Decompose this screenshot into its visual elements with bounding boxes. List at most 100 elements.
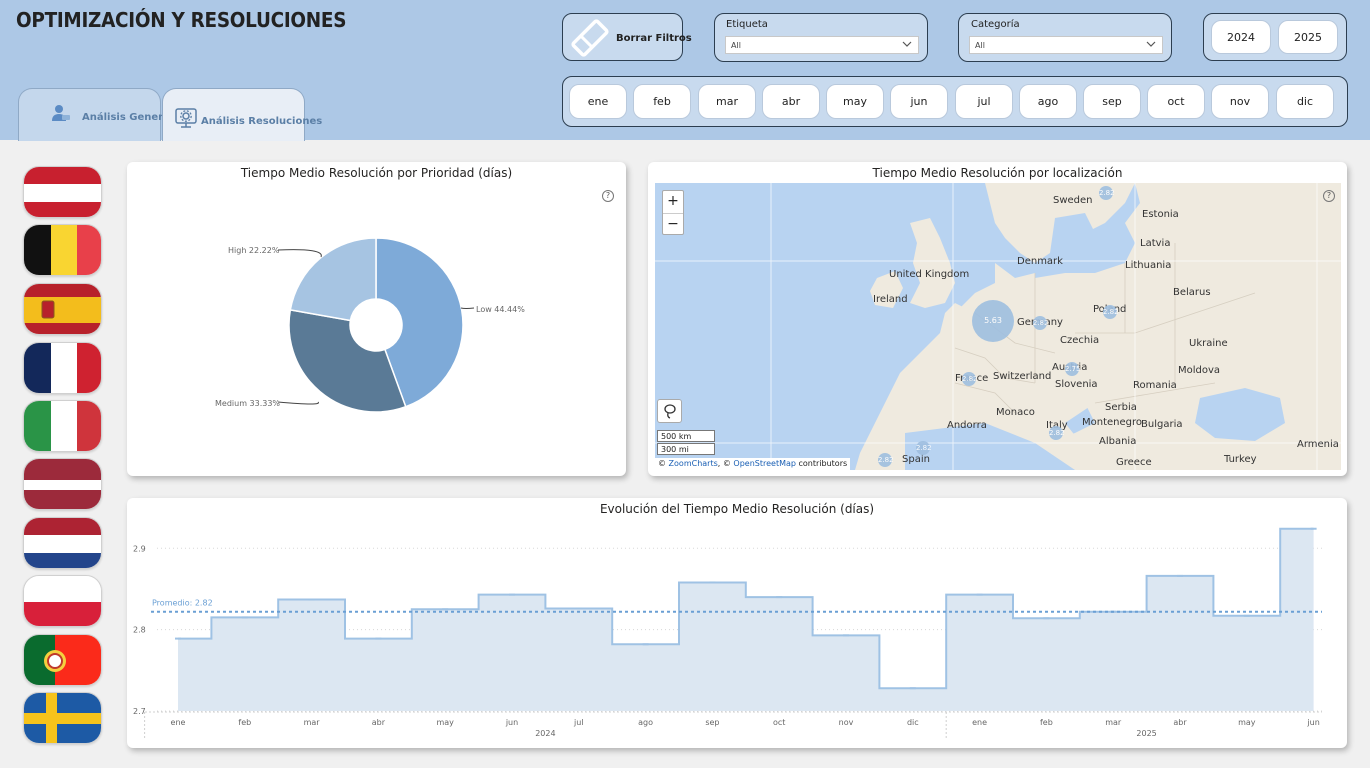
- people-icon: [52, 105, 70, 121]
- year-button-2025[interactable]: 2025: [1278, 20, 1338, 54]
- categoria-label: Categoría: [971, 19, 1020, 30]
- sweden-flag[interactable]: [23, 692, 102, 744]
- attr-suffix: contributors: [795, 459, 848, 468]
- month-button-mar[interactable]: mar: [698, 84, 756, 119]
- x-group-label: 2025: [1136, 729, 1156, 738]
- help-icon[interactable]: ?: [1323, 190, 1335, 202]
- zoom-out-button[interactable]: −: [663, 213, 683, 235]
- map-label-sweden: Sweden: [1053, 195, 1093, 206]
- x-tick-label: ene: [972, 718, 987, 727]
- tab-label: Análisis Resoluciones: [201, 116, 323, 127]
- coat-of-arms-icon: [41, 300, 55, 319]
- year-button-2024[interactable]: 2024: [1211, 20, 1271, 54]
- month-button-jun[interactable]: jun: [890, 84, 948, 119]
- tab-analisis-resoluciones[interactable]: Análisis Resoluciones: [162, 88, 322, 141]
- osm-link[interactable]: OpenStreetMap: [733, 459, 796, 468]
- map-label-latvia: Latvia: [1140, 238, 1171, 249]
- month-button-sep[interactable]: sep: [1083, 84, 1141, 119]
- x-tick-label: jun: [505, 718, 518, 727]
- x-group-label: 2024: [535, 729, 555, 738]
- y-tick-label: 2.7: [133, 707, 146, 716]
- x-tick-label: may: [436, 718, 454, 727]
- month-button-ago[interactable]: ago: [1019, 84, 1077, 119]
- bubble-poland[interactable]: 2.82: [1103, 305, 1119, 319]
- x-tick-label: dic: [907, 718, 919, 727]
- slice-label-low: Low 44.44%: [476, 305, 525, 314]
- evolution-area-chart: 2.7 2.8 2.9 Promedio: 2.82 ene feb mar abr may ju…: [133, 527, 1322, 738]
- x-tick-label: may: [1238, 718, 1256, 727]
- attr-prefix: ©: [658, 459, 669, 468]
- portugal-flag[interactable]: [23, 634, 102, 686]
- spain-flag[interactable]: [23, 283, 102, 335]
- map-label-monaco: Monaco: [996, 407, 1035, 418]
- bubble-france[interactable]: 2.82: [962, 372, 978, 386]
- italy-flag[interactable]: [23, 400, 102, 452]
- donut-slice-medium[interactable]: [288, 309, 407, 413]
- month-button-dic[interactable]: dic: [1276, 84, 1334, 119]
- lasso-select-button[interactable]: [657, 399, 682, 423]
- bubble-italy[interactable]: 2.82: [1049, 426, 1065, 440]
- map-label-bulgaria: Bulgaria: [1141, 419, 1183, 430]
- month-button-nov[interactable]: nov: [1211, 84, 1269, 119]
- month-button-ene[interactable]: ene: [569, 84, 627, 119]
- map-label-ukraine: Ukraine: [1189, 338, 1228, 349]
- latvia-flag[interactable]: [23, 458, 102, 510]
- map-label-slovenia: Slovenia: [1055, 379, 1098, 390]
- map-label-serbia: Serbia: [1105, 402, 1137, 413]
- map-label-romania: Romania: [1133, 380, 1177, 391]
- map-label-switzerland: Switzerland: [993, 371, 1052, 382]
- month-button-may[interactable]: may: [826, 84, 884, 119]
- bubble-portugal[interactable]: 2.82: [878, 453, 894, 467]
- evolution-area: [178, 528, 1314, 711]
- donut-slice-high[interactable]: [289, 237, 377, 322]
- month-button-abr[interactable]: abr: [762, 84, 820, 119]
- month-button-oct[interactable]: oct: [1147, 84, 1205, 119]
- tab-analisis-general[interactable]: Análisis General: [18, 88, 173, 141]
- evolution-chart-card: Evolución del Tiempo Medio Resolución (d…: [127, 498, 1347, 748]
- x-tick-label: mar: [1105, 718, 1122, 727]
- austria-flag[interactable]: [23, 166, 102, 218]
- attr-sep: , ©: [717, 459, 734, 468]
- bubble-germany[interactable]: 2.82: [1033, 316, 1049, 330]
- page-title: OPTIMIZACIÓN Y RESOLUCIONES: [16, 8, 347, 32]
- scale-km: 500 km: [657, 430, 715, 442]
- chevron-down-icon: [1146, 41, 1156, 47]
- x-tick-label: jun: [1306, 718, 1319, 727]
- zoom-in-button[interactable]: +: [663, 191, 683, 213]
- map-label-united-kingdom: United Kingdom: [889, 269, 970, 280]
- belgium-flag[interactable]: [23, 224, 102, 276]
- x-tick-label: feb: [238, 718, 251, 727]
- france-flag[interactable]: [23, 342, 102, 394]
- clear-filters-button[interactable]: Borrar Filtros: [562, 13, 692, 61]
- low-leader-line: [460, 307, 475, 309]
- map-label-estonia: Estonia: [1142, 209, 1179, 220]
- x-tick-label: ene: [171, 718, 186, 727]
- poland-flag[interactable]: [23, 575, 102, 627]
- x-tick-label: nov: [839, 718, 854, 727]
- bubble-austria[interactable]: 2.75: [1065, 362, 1081, 376]
- zoomcharts-link[interactable]: ZoomCharts: [669, 459, 718, 468]
- categoria-value: All: [975, 41, 985, 50]
- x-tick-label: sep: [705, 718, 719, 727]
- netherlands-flag[interactable]: [23, 517, 102, 569]
- map-label-moldova: Moldova: [1178, 365, 1221, 376]
- month-button-jul[interactable]: jul: [955, 84, 1013, 119]
- scale-mi: 300 mi: [657, 443, 715, 455]
- bubble-belgium[interactable]: 5.63: [972, 300, 1014, 342]
- map-label-albania: Albania: [1099, 436, 1137, 447]
- map-label-andorra: Andorra: [947, 420, 987, 431]
- europe-map[interactable]: Sweden Estonia Latvia Denmark Lithuania …: [655, 183, 1341, 470]
- x-tick-label: abr: [1173, 718, 1187, 727]
- y-tick-label: 2.8: [133, 626, 146, 635]
- categoria-dropdown[interactable]: All: [969, 36, 1163, 54]
- etiqueta-dropdown[interactable]: All: [725, 36, 919, 54]
- month-button-feb[interactable]: feb: [633, 84, 691, 119]
- map-zoom-control: + −: [662, 190, 684, 235]
- clear-filters-label: Borrar Filtros: [616, 33, 692, 44]
- map-label-ireland: Ireland: [873, 294, 908, 305]
- etiqueta-value: All: [731, 41, 741, 50]
- bubble-sweden[interactable]: 2.82: [1099, 186, 1115, 200]
- y-tick-label: 2.9: [133, 544, 146, 553]
- bubble-spain[interactable]: 2.82: [916, 441, 932, 455]
- map-attribution: © ZoomCharts, © OpenStreetMap contributo…: [655, 458, 851, 470]
